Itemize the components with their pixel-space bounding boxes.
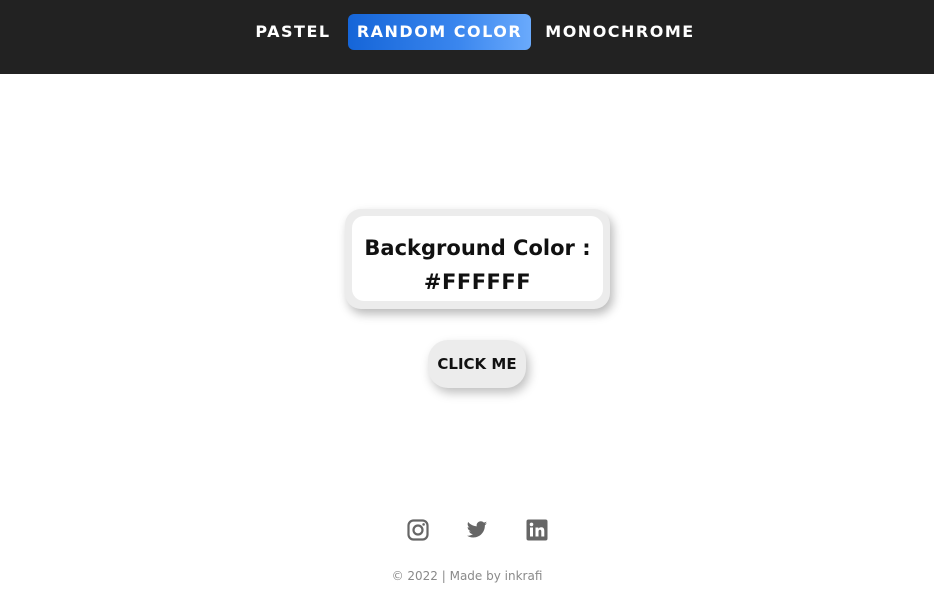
linkedin-icon[interactable]: [526, 519, 548, 541]
nav-item-random-color[interactable]: RANDOM COLOR: [348, 14, 531, 50]
footer-copyright: © 2022 | Made by inkrafi: [391, 569, 543, 583]
click-me-button[interactable]: CLICK ME: [428, 340, 526, 388]
instagram-icon[interactable]: [407, 519, 429, 541]
nav-item-pastel[interactable]: PASTEL: [246, 14, 340, 50]
background-color-value: #FFFFFF: [423, 270, 532, 294]
background-color-label: Background Color :: [364, 236, 591, 260]
top-navbar: PASTEL RANDOM COLOR MONOCHROME: [0, 0, 934, 74]
color-display-inner: Background Color : #FFFFFF: [352, 216, 603, 301]
twitter-icon[interactable]: [466, 519, 488, 541]
nav-item-monochrome[interactable]: MONOCHROME: [541, 14, 699, 50]
color-display-card: Background Color : #FFFFFF: [345, 209, 610, 309]
